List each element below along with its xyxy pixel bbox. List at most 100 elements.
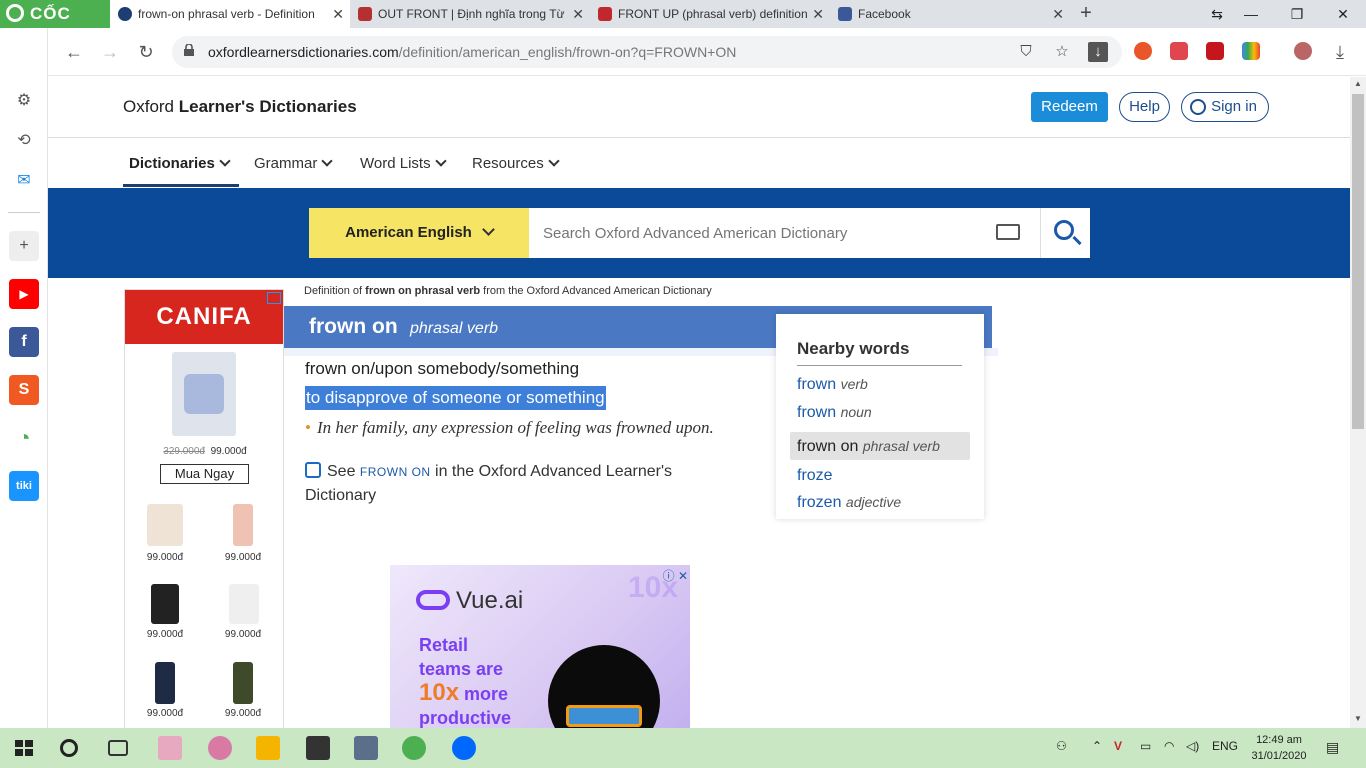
taskbar-app-icon[interactable] [354,736,378,760]
close-window-button[interactable]: ✕ [1320,0,1366,28]
tab-front-up[interactable]: FRONT UP (phrasal verb) definition ✕ [590,0,830,28]
coccoc-logo[interactable]: CỐC CỐC [0,0,110,51]
address-bar[interactable]: oxfordlearnersdictionaries.com/definitio… [172,36,1122,68]
volume-icon[interactable]: ◁) [1186,739,1199,753]
scroll-down-icon[interactable]: ▼ [1354,714,1362,723]
clock-date: 31/01/2020 [1251,750,1307,762]
close-tab-icon[interactable]: ✕ [572,0,584,28]
notifications-icon[interactable]: ▤ [1326,739,1339,756]
product-image[interactable] [147,504,183,546]
search-circle-icon[interactable] [60,739,78,757]
taskbar-app-icon[interactable] [208,736,232,760]
scrollbar-thumb[interactable] [1352,94,1364,429]
ad-close-icon[interactable]: ⓘ ✕ [663,567,688,584]
history-icon[interactable]: ⟲ [9,126,39,156]
chevron-down-icon [434,155,447,167]
download-page-icon[interactable]: ↓ [1088,42,1108,62]
new-tab-button[interactable]: + [1076,2,1096,24]
tab-out-front[interactable]: OUT FRONT | Định nghĩa trong Từ ✕ [350,0,590,28]
windows-start-icon[interactable] [12,736,36,760]
taskbar-app-icon[interactable] [306,736,330,760]
close-tab-icon[interactable]: ✕ [812,0,824,28]
tiki-icon[interactable]: tiki [9,471,39,501]
extension-icon-3[interactable] [1206,42,1224,60]
downloads-icon[interactable]: ⤓ [1328,40,1352,64]
input-language[interactable]: ENG [1212,739,1238,753]
nav-grammar[interactable]: Grammar [254,155,334,172]
search-button[interactable] [1040,208,1090,258]
reload-button[interactable]: ↻ [134,40,158,64]
back-button[interactable]: ← [62,40,86,64]
product-image[interactable] [229,584,259,624]
shield-icon[interactable]: ⛉ [1016,42,1036,62]
wifi-icon[interactable]: ◠ [1164,739,1174,753]
redeem-button[interactable]: Redeem [1031,92,1108,122]
youtube-icon[interactable]: ▶ [9,279,39,309]
product-image[interactable] [233,504,253,546]
dictionary-language-select[interactable]: American English [309,208,529,258]
vue-ai-ad[interactable]: 10x Vue.ai Retail teams are 10x more pro… [390,565,690,728]
task-view-icon[interactable] [108,740,128,756]
tray-app-icon[interactable]: V [1114,739,1122,753]
shopee-icon[interactable]: S [9,375,39,405]
buy-now-button[interactable]: Mua Ngay [160,464,249,484]
browser-toolbar: ▣ ← → ↻ oxfordlearnersdictionaries.com/d… [0,28,1366,76]
url-path: /definition/american_english/frown-on?q=… [398,44,737,60]
show-hidden-icons[interactable]: ⌃ [1092,739,1102,753]
extension-icon-1[interactable] [1134,42,1152,60]
coccoc-taskbar-icon[interactable] [402,736,426,760]
close-tab-icon[interactable]: ✕ [1052,0,1064,28]
nearby-word-item[interactable]: frozen adjective [797,494,901,512]
windows-logo-icon [15,740,33,756]
messenger-icon[interactable]: ✉ [9,166,39,196]
people-icon[interactable]: ⚇ [1056,739,1067,753]
extension-icon-2[interactable] [1170,42,1188,60]
taskbar-app-icon[interactable] [158,736,182,760]
dictionary-search-input[interactable] [529,208,1040,258]
tab-frown-on[interactable]: frown-on phrasal verb - Definition ✕ [110,0,350,28]
sign-in-button[interactable]: Sign in [1181,92,1269,122]
minimize-button[interactable]: — [1228,0,1274,28]
nav-resources[interactable]: Resources [472,155,560,172]
close-tab-icon[interactable]: ✕ [332,0,344,28]
definition-text-selected[interactable]: to disapprove of someone or something [305,386,606,410]
coccoc-app-icon[interactable]: ◔ [9,423,39,453]
maximize-button[interactable]: ❐ [1274,0,1320,28]
add-app-icon[interactable]: + [9,231,39,261]
file-explorer-icon[interactable] [256,736,280,760]
nearby-word-item-current[interactable]: frown on phrasal verb [790,432,970,460]
see-link-word[interactable]: FROWN ON [360,465,431,479]
product-image[interactable] [155,662,175,704]
system-clock[interactable]: 12:49 am 31/01/2020 [1244,732,1314,764]
canifa-ad[interactable]: CANIFA 329.000đ 99.000đ Mua Ngay 99.000đ… [124,289,284,728]
settings-icon[interactable]: ⚙ [9,86,39,116]
product-image-top[interactable] [172,352,236,436]
battery-icon[interactable]: ▭ [1140,739,1151,753]
page-scrollbar[interactable]: ▲ ▼ [1350,77,1366,728]
nav-word-lists[interactable]: Word Lists [360,155,447,172]
scroll-up-icon[interactable]: ▲ [1354,79,1362,88]
tab-facebook[interactable]: Facebook ✕ [830,0,1070,28]
headword: frown on [309,315,398,338]
adchoices-icon[interactable] [267,292,281,304]
forward-button[interactable]: → [98,40,122,64]
nav-dictionaries[interactable]: Dictionaries [129,155,231,172]
nearby-word-item[interactable]: frown noun [797,404,872,422]
facebook-icon[interactable]: f [9,327,39,357]
tagline-big: 10x [419,679,460,706]
nearby-word-item[interactable]: frown verb [797,376,868,394]
product-image[interactable] [233,662,253,704]
extension-icon-4[interactable] [1242,42,1260,60]
product-image[interactable] [151,584,179,624]
keyboard-icon[interactable] [996,224,1020,240]
zalo-icon[interactable] [452,736,476,760]
nearby-word-item[interactable]: froze [797,467,833,485]
external-link-icon [305,462,321,478]
site-brand[interactable]: Oxford Learner's Dictionaries [123,97,357,117]
help-button[interactable]: Help [1119,92,1170,122]
url-text[interactable]: oxfordlearnersdictionaries.com/definitio… [208,36,736,68]
bookmark-star-icon[interactable]: ☆ [1052,42,1072,62]
ad-tagline: Retail teams are 10x more productive [419,633,511,728]
see-also-link[interactable]: See FROWN ON in the Oxford Advanced Lear… [305,460,725,508]
profile-avatar[interactable] [1294,42,1312,60]
